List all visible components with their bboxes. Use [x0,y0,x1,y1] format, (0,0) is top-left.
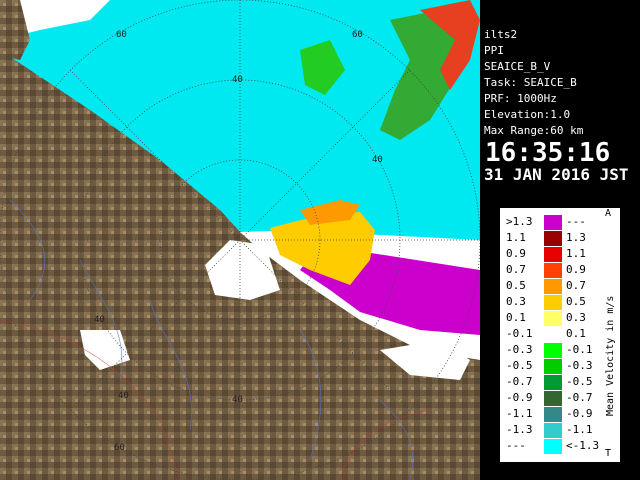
legend-row: -0.1 0.1 [506,326,602,342]
ring-label: 60 [116,30,127,40]
legend-swatch [544,263,562,278]
legend-swatch [544,407,562,422]
legend-row-high: 0.3 [566,311,586,324]
legend-swatch [544,311,562,326]
elevation-value: Elevation:1.0 [484,108,571,121]
legend-row-high: --- [566,215,586,228]
ring-label: 40 [232,395,243,405]
legend-row-high: -0.7 [566,391,593,404]
legend-swatch [544,375,562,390]
legend-row: -0.7 -0.5 [506,374,602,390]
scan-date: 31 JAN 2016 JST [484,165,629,184]
legend-row: -0.9 -0.7 [506,390,602,406]
legend-swatch [544,359,562,374]
legend-row-high: -0.1 [566,343,593,356]
legend-row-high: -1.1 [566,423,593,436]
legend-row-high: 0.1 [566,327,586,340]
legend-swatch [544,343,562,358]
legend-row-high: -0.9 [566,407,593,420]
ring-label: 40 [94,315,105,325]
legend-row-low: 1.1 [506,231,526,244]
legend-swatch [544,279,562,294]
legend-row: --- <-1.3 [506,438,602,454]
scan-time: 16:35:16 [485,138,611,168]
legend-row: 0.1 0.3 [506,310,602,326]
legend-swatch [544,231,562,246]
velocity-legend: >1.3 --- 1.1 1.3 0.9 1.1 0.7 0.9 0.5 0.7 0.3 0.5 0.1… [500,208,620,462]
legend-row-high: -0.5 [566,375,593,388]
legend-row: -0.3 -0.1 [506,342,602,358]
legend-row-high: <-1.3 [566,439,600,452]
max-range-value: Max Range:60 km [484,124,584,137]
legend-swatch [544,439,562,454]
scan-type: PPI [484,44,504,57]
legend-row-high: 0.9 [566,263,586,276]
legend-row-low: -0.7 [506,375,533,388]
legend-row: -0.5 -0.3 [506,358,602,374]
legend-row-low: 0.1 [506,311,526,324]
radar-ppi-map[interactable]: 60 40 60 40 40 40 40 60 [0,0,480,480]
legend-row-high: 0.5 [566,295,586,308]
task-name: Task: SEAICE_B [484,76,577,89]
prf-value: PRF: 1000Hz [484,92,557,105]
ring-label: 40 [118,391,129,401]
legend-row-low: 0.3 [506,295,526,308]
legend-row-high: -0.3 [566,359,593,372]
legend-row: 0.7 0.9 [506,262,602,278]
legend-bottom-marker: T [605,448,612,459]
legend-swatch [544,247,562,262]
legend-row-low: 0.7 [506,263,526,276]
legend-row: -1.3 -1.1 [506,422,602,438]
legend-row: >1.3 --- [506,214,602,230]
legend-row-low: -1.1 [506,407,533,420]
legend-swatch [544,391,562,406]
legend-row-low: -0.5 [506,359,533,372]
legend-row: 0.3 0.5 [506,294,602,310]
legend-row-low: -0.9 [506,391,533,404]
legend-swatch [544,215,562,230]
ring-label: 40 [232,75,243,85]
legend-title: Mean Velocity in m/s [604,216,616,454]
legend-row-high: 0.7 [566,279,586,292]
legend-swatch [544,423,562,438]
ring-label: 40 [372,155,383,165]
legend-row-low: 0.5 [506,279,526,292]
legend-row-low: >1.3 [506,215,533,228]
ring-label: 60 [114,443,125,453]
site-name: ilts2 [484,28,518,41]
legend-swatch [544,327,562,342]
legend-row-low: --- [506,439,526,452]
legend-row-high: 1.3 [566,231,586,244]
legend-row: -1.1 -0.9 [506,406,602,422]
radar-info-panel: ilts2 PPI SEAICE_B_V Task: SEAICE_B PRF:… [480,25,640,185]
legend-row-low: 0.9 [506,247,526,260]
legend-title-text: Mean Velocity in m/s [605,296,616,416]
legend-row-low: -0.1 [506,327,533,340]
legend-row-low: -0.3 [506,343,533,356]
legend-swatch [544,295,562,310]
legend-row-high: 1.1 [566,247,586,260]
product-name: SEAICE_B_V [484,60,551,73]
legend-row: 0.9 1.1 [506,246,602,262]
ring-label: 60 [352,30,363,40]
legend-row: 1.1 1.3 [506,230,602,246]
legend-row-low: -1.3 [506,423,533,436]
legend-row: 0.5 0.7 [506,278,602,294]
